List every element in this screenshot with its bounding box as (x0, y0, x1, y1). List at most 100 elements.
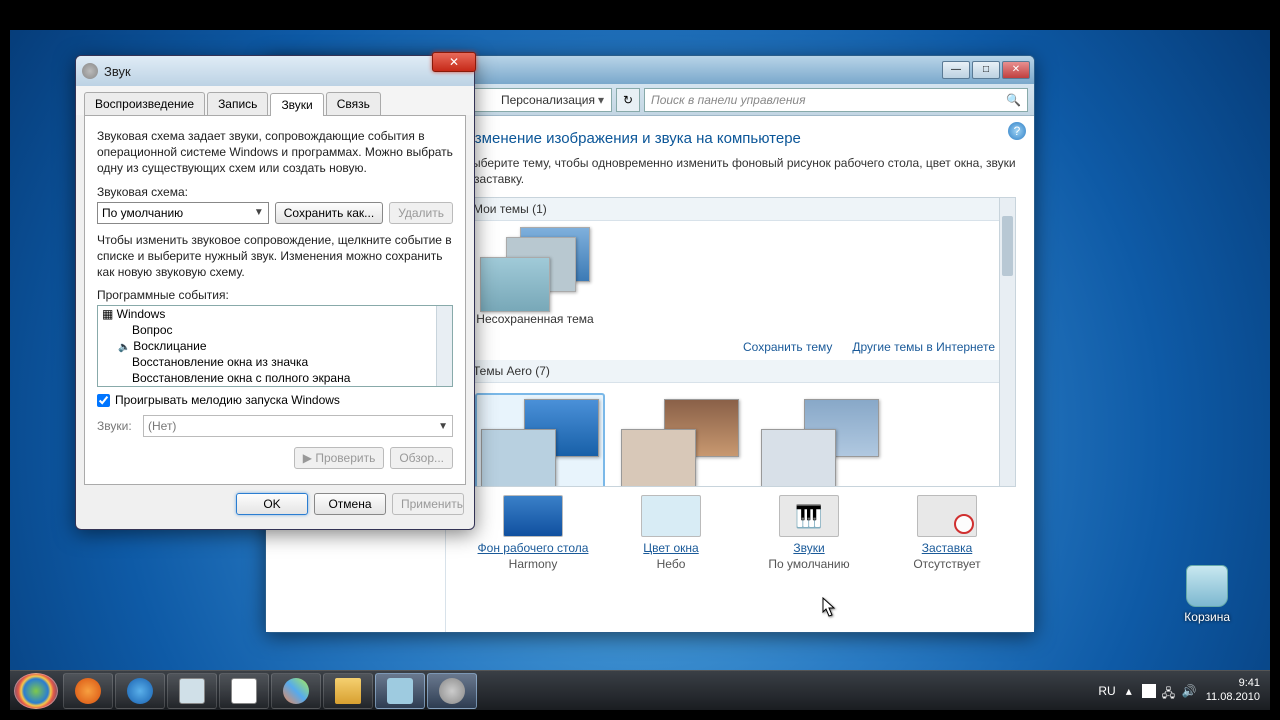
aero-theme-3[interactable] (755, 393, 885, 487)
maximize-button[interactable]: □ (972, 61, 1000, 79)
action-center-icon[interactable]: ⚑ (1142, 684, 1156, 698)
taskbar-wmp[interactable] (63, 673, 113, 709)
page-description: Выберите тему, чтобы одновременно измени… (464, 155, 1016, 187)
other-themes-link[interactable]: Другие темы в Интернете (852, 340, 995, 354)
calc-icon (179, 678, 205, 704)
themes-listbox[interactable]: Мои темы (1) Несохраненная тема Сохранит… (464, 197, 1016, 487)
save-theme-link[interactable]: Сохранить тему (743, 340, 832, 354)
close-button[interactable]: ✕ (1002, 61, 1030, 79)
screensaver-value: Отсутствует (887, 557, 1007, 571)
screensaver-button[interactable]: Заставка Отсутствует (887, 495, 1007, 571)
sounds-field-label: Звуки: (97, 419, 137, 433)
window-color-label: Цвет окна (611, 541, 731, 555)
window-color-button[interactable]: Цвет окна Небо (611, 495, 731, 571)
paint-icon (283, 678, 309, 704)
dialog-close-button[interactable]: ✕ (432, 52, 476, 72)
recycle-bin[interactable]: Корзина (1184, 565, 1230, 624)
event-item: Восклицание (98, 338, 452, 354)
events-label: Программные события: (97, 288, 453, 302)
screensaver-icon (917, 495, 977, 537)
sounds-icon: 🎹 (779, 495, 839, 537)
sounds-combo: (Нет) ▼ (143, 415, 453, 437)
start-button[interactable] (14, 673, 58, 709)
clock-time: 9:41 (1206, 677, 1260, 690)
theme-item-unsaved[interactable]: Несохраненная тема (475, 227, 595, 326)
events-listbox[interactable]: ▦ Windows Вопрос Восклицание Восстановле… (97, 305, 453, 387)
chevron-down-icon: ▼ (438, 421, 448, 432)
taskbar-solitaire[interactable] (219, 673, 269, 709)
events-scrollbar[interactable] (436, 306, 452, 386)
taskbar-control-panel[interactable] (375, 673, 425, 709)
sound-dialog-icon (82, 63, 98, 79)
control-panel-icon (387, 678, 413, 704)
refresh-button[interactable]: ↻ (616, 88, 640, 112)
bottom-controls: Фон рабочего стола Harmony Цвет окна Неб… (464, 487, 1016, 571)
recycle-bin-icon (1186, 565, 1228, 607)
search-placeholder: Поиск в панели управления (651, 93, 806, 107)
desktop: Корзина — □ ✕ Персонализация ▾ ↻ Поиск в… (10, 30, 1270, 710)
tray-chevron-icon[interactable]: ▴ (1126, 684, 1132, 698)
theme-thumbnail (480, 227, 590, 312)
ok-button[interactable]: OK (236, 493, 308, 515)
chevron-down-icon: ▼ (254, 207, 264, 218)
tab-body: Звуковая схема задает звуки, сопровождаю… (84, 115, 466, 485)
scrollbar-thumb[interactable] (1002, 216, 1013, 276)
event-item: Восстановление окна из значка (98, 354, 452, 370)
event-item: Вход в Windows (98, 386, 452, 387)
clock-date: 11.08.2010 (1206, 691, 1260, 704)
address-current: Персонализация (501, 93, 595, 107)
tab-sounds[interactable]: Звуки (270, 93, 323, 116)
sounds-combo-value: (Нет) (148, 419, 176, 433)
search-icon[interactable]: 🔍 (1006, 93, 1021, 107)
scheme-value: По умолчанию (102, 206, 183, 220)
sounds-label: Звуки (749, 541, 869, 555)
taskbar-paint[interactable] (271, 673, 321, 709)
events-description: Чтобы изменить звуковое сопровождение, щ… (97, 232, 453, 281)
event-item: Восстановление окна с полного экрана (98, 370, 452, 386)
taskbar-calc[interactable] (167, 673, 217, 709)
language-indicator[interactable]: RU (1098, 684, 1115, 698)
desktop-background-button[interactable]: Фон рабочего стола Harmony (473, 495, 593, 571)
address-dropdown-icon[interactable]: ▾ (595, 93, 607, 107)
clock[interactable]: 9:41 11.08.2010 (1206, 677, 1260, 703)
tab-communications[interactable]: Связь (326, 92, 381, 115)
taskbar-ie[interactable] (115, 673, 165, 709)
desktop-bg-label: Фон рабочего стола (473, 541, 593, 555)
scheme-label: Звуковая схема: (97, 185, 453, 199)
test-button: ▶ Проверить (294, 447, 385, 469)
network-icon[interactable]: 🖧 (1162, 684, 1176, 698)
scrollbar[interactable] (999, 198, 1015, 486)
speaker-icon (439, 678, 465, 704)
theme-name: Несохраненная тема (475, 312, 595, 326)
ie-icon (127, 678, 153, 704)
sounds-button[interactable]: 🎹 Звуки По умолчанию (749, 495, 869, 571)
play-startup-checkbox[interactable] (97, 394, 110, 407)
search-box[interactable]: Поиск в панели управления 🔍 (644, 88, 1028, 112)
browse-button: Обзор... (390, 447, 453, 469)
window-color-icon (641, 495, 701, 537)
play-startup-label: Проигрывать мелодию запуска Windows (115, 393, 340, 407)
window-color-value: Небо (611, 557, 731, 571)
aero-themes-label: Темы Aero (7) (465, 360, 1015, 383)
minimize-button[interactable]: — (942, 61, 970, 79)
volume-icon[interactable]: 🔊 (1182, 684, 1196, 698)
wmp-icon (75, 678, 101, 704)
dialog-titlebar[interactable]: Звук ✕ (76, 56, 474, 86)
system-tray: RU ▴ ⚑ 🖧 🔊 9:41 11.08.2010 (1098, 677, 1270, 703)
aero-theme-2[interactable] (615, 393, 745, 487)
tab-recording[interactable]: Запись (207, 92, 268, 115)
aero-theme-1[interactable] (475, 393, 605, 487)
screensaver-label: Заставка (887, 541, 1007, 555)
tab-strip: Воспроизведение Запись Звуки Связь (76, 86, 474, 115)
event-item: Вопрос (98, 322, 452, 338)
sounds-description: Звуковая схема задает звуки, сопровождаю… (97, 128, 453, 177)
desktop-bg-value: Harmony (473, 557, 593, 571)
taskbar: RU ▴ ⚑ 🖧 🔊 9:41 11.08.2010 (10, 670, 1270, 710)
scheme-combo[interactable]: По умолчанию ▼ (97, 202, 269, 224)
taskbar-explorer[interactable] (323, 673, 373, 709)
save-as-button[interactable]: Сохранить как... (275, 202, 383, 224)
taskbar-sound[interactable] (427, 673, 477, 709)
tab-playback[interactable]: Воспроизведение (84, 92, 205, 115)
recycle-bin-label: Корзина (1184, 610, 1230, 624)
cancel-button[interactable]: Отмена (314, 493, 386, 515)
